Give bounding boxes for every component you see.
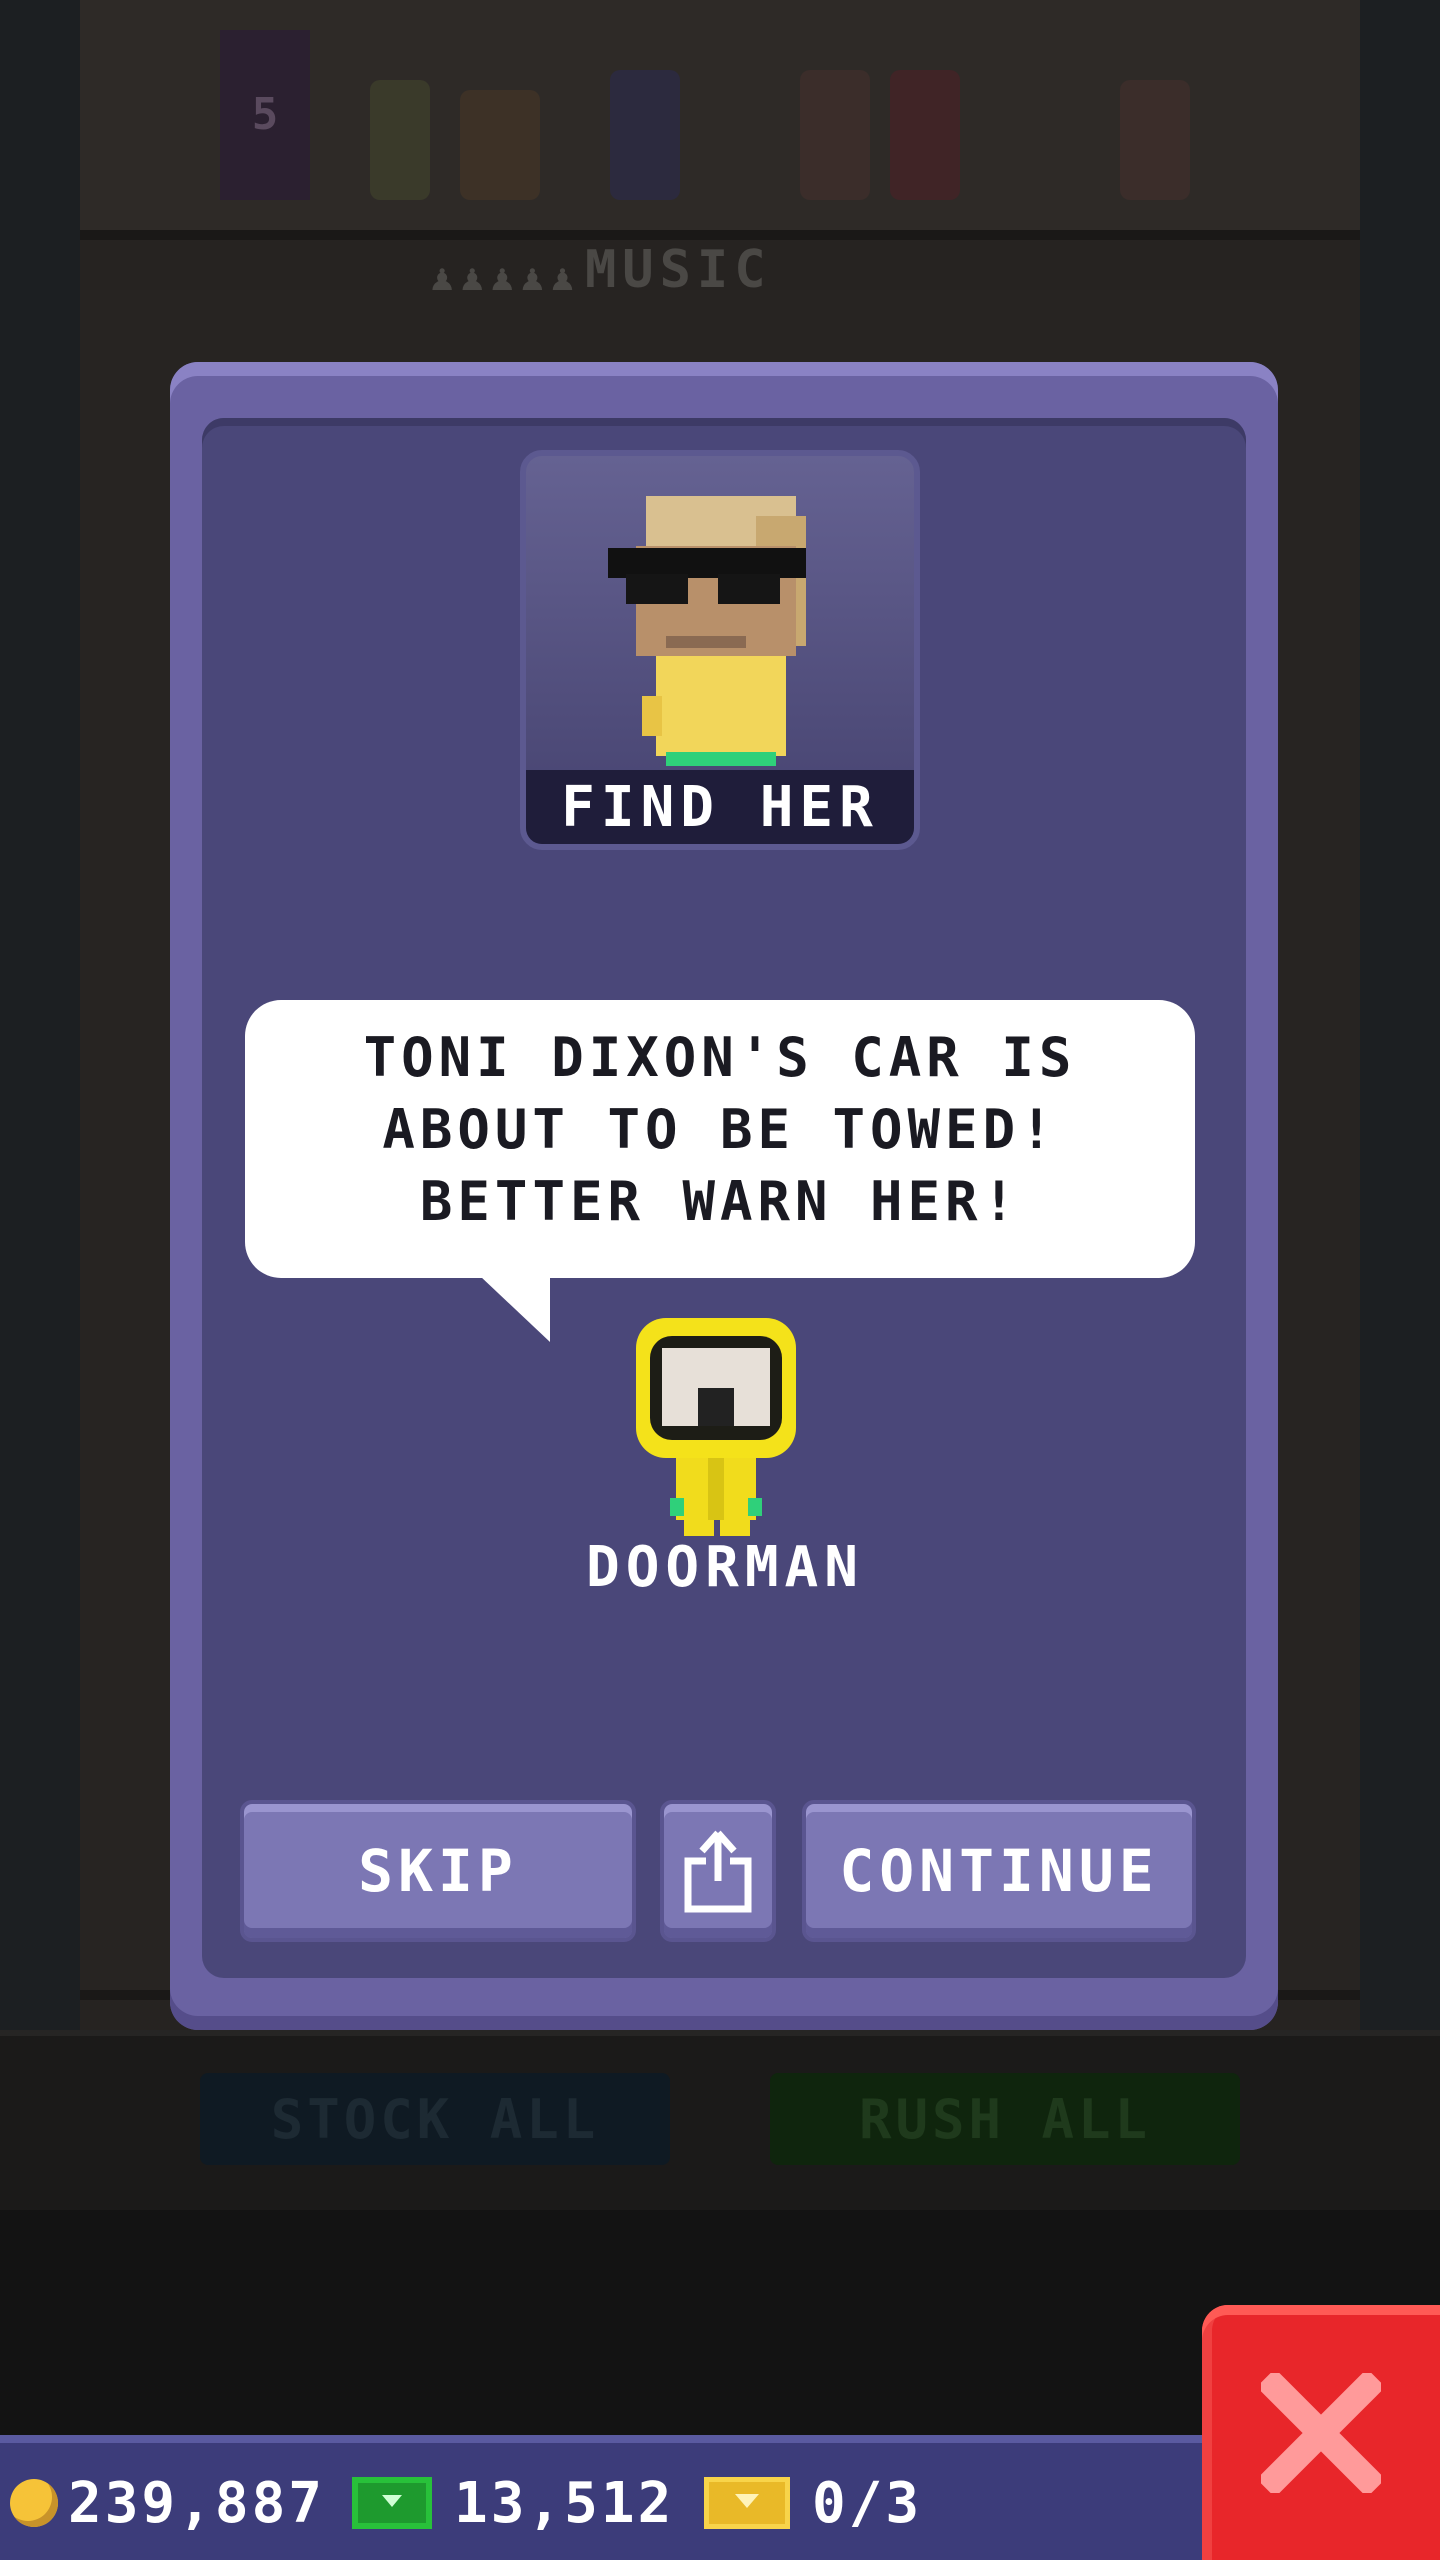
target-portrait: FIND HER: [520, 450, 920, 850]
floor-number: 5: [220, 30, 310, 200]
bitizen-silhouette: [800, 70, 870, 200]
skip-button[interactable]: SKIP: [240, 1800, 636, 1942]
share-button[interactable]: [660, 1800, 776, 1942]
close-button[interactable]: [1202, 2305, 1440, 2560]
coins-counter: 239,887: [10, 2470, 326, 2536]
speech-bubble-tail: [480, 1276, 550, 1342]
bitizen-silhouette: [890, 70, 960, 200]
bitizen-silhouette: [610, 70, 680, 200]
ticket-icon: [704, 2477, 790, 2529]
stock-all-button: STOCK ALL: [200, 2073, 670, 2165]
tickets-value: 0/3: [812, 2470, 923, 2536]
npc-name: DOORMAN: [585, 1535, 864, 1600]
bitizen-silhouette: [1120, 80, 1190, 200]
coin-icon: [10, 2479, 58, 2527]
tickets-counter: 0/3: [704, 2470, 923, 2536]
toni-dixon-avatar: [608, 496, 806, 766]
bux-counter: 13,512: [352, 2470, 675, 2536]
continue-button[interactable]: CONTINUE: [802, 1800, 1196, 1942]
rush-all-button: RUSH ALL: [770, 2073, 1240, 2165]
find-her-label: FIND HER: [526, 770, 914, 844]
coins-value: 239,887: [68, 2470, 326, 2536]
bux-value: 13,512: [454, 2470, 675, 2536]
doorman-avatar: [636, 1318, 796, 1536]
elevator-shaft-right: [1360, 0, 1440, 2030]
bitizen-silhouette: [460, 90, 540, 200]
share-icon: [684, 1830, 752, 1913]
speech-bubble: TONI DIXON'S CAR IS ABOUT TO BE TOWED! B…: [245, 1000, 1195, 1278]
elevator-shaft-left: [0, 0, 80, 2030]
bitizen-silhouette: [370, 80, 430, 200]
close-icon: [1261, 2372, 1381, 2493]
bux-icon: [352, 2477, 432, 2529]
